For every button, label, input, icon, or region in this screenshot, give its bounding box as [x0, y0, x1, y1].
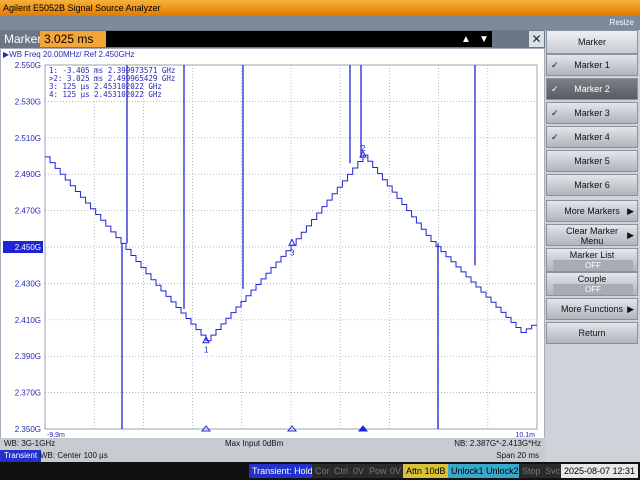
softkey-label: Marker 3 [574, 108, 610, 118]
y-tick-label: 2.430G [15, 279, 41, 288]
softkey-more-markers[interactable]: More Markers ▶ [546, 200, 638, 222]
checkmark-icon: ✓ [551, 60, 559, 70]
nb-range: NB: 2.387G*-2.413G*Hz [454, 439, 541, 448]
softkey-marker-6[interactable]: Marker 6 [546, 174, 638, 196]
status-svc: Svc [542, 464, 564, 478]
marker-entry-row: Marker 2 3.025 ms ▲ ▼ ✕ [0, 30, 545, 48]
chevron-right-icon: ▶ [627, 230, 634, 240]
status-pow-voltage: 0V [387, 464, 405, 478]
softkey-label: Marker 1 [574, 60, 610, 70]
status-cor: Cor [312, 464, 333, 478]
y-tick-label: 2.510G [15, 134, 41, 143]
instrument-status-bar: Transient: Hold Cor Ctrl 0V Pow 0V Attn … [0, 462, 640, 480]
status-unlock1: Unlock1 [448, 464, 487, 478]
marker-label: 1 [204, 346, 209, 355]
step-down-icon[interactable]: ▼ [476, 33, 492, 47]
softkey-label: More Markers [564, 206, 620, 216]
y-tick-label: 2.450G [15, 243, 41, 252]
entry-field[interactable]: 3.025 ms ▲ ▼ [40, 31, 492, 47]
y-tick-label: 2.350G [15, 425, 41, 434]
softkey-marker-3[interactable]: ✓ Marker 3 [546, 102, 638, 124]
y-tick-label: 2.550G [15, 61, 41, 70]
resize-bar: Resize [0, 16, 640, 30]
marker-list-state: OFF [553, 260, 633, 271]
clock: 2025-08-07 12:31 [561, 464, 639, 478]
checkmark-icon: ✓ [551, 84, 559, 94]
wb-range: WB: 3G-1GHz [4, 439, 56, 448]
softkey-label: Couple [577, 274, 607, 284]
softkey-couple[interactable]: Couple OFF [546, 272, 638, 296]
marker-label: 2 [361, 144, 366, 153]
graph-header: ▶WB Freq 20.00MHz/ Ref 2.450GHz [3, 50, 135, 59]
analyzer-window: Agilent E5052B Signal Source Analyzer Re… [0, 0, 640, 480]
softkey-label: Marker 5 [574, 156, 610, 166]
y-tick-label: 2.390G [15, 352, 41, 361]
y-tick-label: 2.530G [15, 97, 41, 106]
status-pow: Pow [366, 464, 390, 478]
y-tick-label: 2.470G [15, 207, 41, 216]
status-hold: Transient: Hold [249, 464, 316, 478]
status-ctrl: Ctrl [331, 464, 351, 478]
info-bar: WB: 3G-1GHz Max Input 0dBm NB: 2.387G*-2… [0, 438, 545, 450]
softkey-marker-5[interactable]: Marker 5 [546, 150, 638, 172]
softkey-return[interactable]: Return [546, 322, 638, 344]
entry-value[interactable]: 3.025 ms [40, 31, 106, 47]
y-tick-label: 2.490G [15, 170, 41, 179]
measurement-status: Transient WB: Center 100 µs Span 20 ms [0, 450, 545, 462]
status-stop: Stop [519, 464, 544, 478]
softkey-label-line2: Menu [580, 236, 604, 246]
close-icon[interactable]: ✕ [529, 31, 544, 47]
y-tick-label: 2.370G [15, 389, 41, 398]
marker-triangle-icon [288, 238, 296, 246]
center-text: WB: Center 100 µs [40, 451, 108, 460]
step-up-icon[interactable]: ▲ [458, 33, 474, 47]
checkmark-icon: ✓ [551, 108, 559, 118]
max-input: Max Input 0dBm [225, 439, 284, 448]
softkey-more-functions[interactable]: More Functions ▶ [546, 298, 638, 320]
mode-badge: Transient [0, 450, 42, 462]
couple-state: OFF [553, 284, 633, 295]
softkey-title: Marker [546, 30, 638, 54]
softkey-panel: Marker ✓ Marker 1 ✓ Marker 2 ✓ Marker 3 … [546, 30, 640, 462]
softkey-marker-list[interactable]: Marker List OFF [546, 248, 638, 272]
softkey-clear-marker-menu[interactable]: Clear Marker Menu ▶ [546, 224, 638, 246]
status-ctrl-voltage: 0V [350, 464, 368, 478]
chevron-right-icon: ▶ [627, 304, 634, 314]
marker-label: 3 [290, 248, 295, 257]
softkey-label: More Functions [560, 304, 624, 314]
softkey-marker-1[interactable]: ✓ Marker 1 [546, 54, 638, 76]
softkey-label: Marker 2 [574, 84, 610, 94]
graph-panel[interactable]: 2.550G 2.530G 2.510G 2.490G 2.470G 2.450G 2.43… [0, 48, 545, 450]
status-unlock2: Unlock2 [483, 464, 522, 478]
marker-table-row: 4: 125 µs 2.453102022 GHz [49, 90, 162, 99]
softkey-marker-4[interactable]: ✓ Marker 4 [546, 126, 638, 148]
span-text: Span 20 ms [496, 451, 539, 460]
chevron-right-icon: ▶ [627, 206, 634, 216]
softkey-label: Return [578, 328, 606, 338]
softkey-marker-2[interactable]: ✓ Marker 2 [546, 78, 638, 100]
softkey-label: Marker 4 [574, 132, 610, 142]
trace-plot[interactable]: 2.550G 2.530G 2.510G 2.490G 2.470G 2.450G 2.43… [1, 49, 546, 439]
resize-button[interactable]: Resize [610, 16, 634, 30]
y-tick-label: 2.410G [15, 316, 41, 325]
softkey-label: Clear Marker [565, 226, 618, 236]
checkmark-icon: ✓ [551, 132, 559, 142]
status-attn: Attn 10dB [403, 464, 449, 478]
window-title: Agilent E5052B Signal Source Analyzer [0, 0, 640, 16]
softkey-label: Marker 6 [574, 180, 610, 190]
softkey-label: Marker List [569, 250, 615, 260]
